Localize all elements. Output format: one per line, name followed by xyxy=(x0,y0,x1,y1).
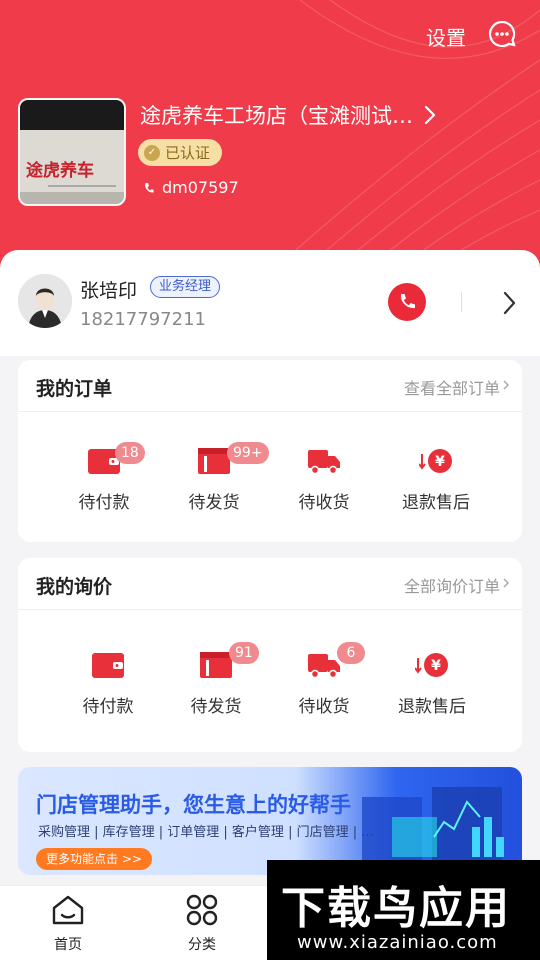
my-inquiries-header: 我的询价 全部询价订单 xyxy=(18,558,522,610)
banner-subtitle: 采购管理 | 库存管理 | 订单管理 | 客户管理 | 门店管理 | ... xyxy=(38,825,374,840)
store-photo[interactable]: 途虎养车 xyxy=(18,98,126,206)
store-header: 设置 途虎养车 途虎养车工场店（宝滩测试… ✓ 已认证 dm07597 xyxy=(0,0,540,290)
tab-category[interactable]: 分类 xyxy=(162,894,242,954)
settings-button[interactable]: 设置 xyxy=(426,22,466,51)
refund-icon: ¥ xyxy=(414,653,448,677)
watermark-url: www.xiazainiao.com xyxy=(297,932,498,953)
order-refund-aftersale-label: 退款售后 xyxy=(402,493,470,513)
my-orders-title: 我的订单 xyxy=(36,378,113,400)
order-pending-shipment[interactable]: 99+ 待发货 xyxy=(164,442,269,513)
order-pending-receipt-label: 待收货 xyxy=(298,493,350,513)
manager-avatar xyxy=(18,274,72,328)
pending-shipment-badge: 99+ xyxy=(227,442,269,464)
manager-role-badge: 业务经理 xyxy=(150,276,221,298)
tab-home-label: 首页 xyxy=(54,937,82,953)
svg-text:¥: ¥ xyxy=(431,658,441,674)
store-assistant-banner[interactable]: 门店管理助手，您生意上的好帮手 采购管理 | 库存管理 | 订单管理 | 客户管… xyxy=(18,767,522,875)
store-name: 途虎养车工场店（宝滩测试… xyxy=(140,104,413,128)
order-refund-aftersale[interactable]: ¥ 退款售后 xyxy=(386,446,486,513)
inquiry-pending-receipt-label: 待收货 xyxy=(298,697,350,717)
chevron-right-icon xyxy=(424,105,436,125)
message-icon[interactable] xyxy=(488,20,516,48)
verified-icon: ✓ xyxy=(144,144,160,161)
truck-icon xyxy=(308,654,340,679)
chevron-right-icon xyxy=(503,578,510,588)
order-pending-payment-label: 待付款 xyxy=(78,493,130,513)
tab-category-label: 分类 xyxy=(188,937,216,953)
my-inquiries-card: 我的询价 全部询价订单 待付款 91 待发货 6 待收货 ¥ 退款售后 xyxy=(18,558,522,752)
box-icon xyxy=(198,448,230,474)
call-button[interactable] xyxy=(388,283,426,321)
svg-text:¥: ¥ xyxy=(435,454,445,470)
inquiry-pending-receipt[interactable]: 6 待收货 xyxy=(274,642,374,717)
manager-card: 张培印 业务经理 18217797211 xyxy=(0,250,540,356)
inquiry-pending-shipment-badge: 91 xyxy=(229,642,259,664)
banner-title: 门店管理助手，您生意上的好帮手 xyxy=(36,793,351,817)
watermark-text: 下载鸟应用 xyxy=(281,883,511,934)
inquiry-refund-aftersale-label: 退款售后 xyxy=(398,697,466,717)
inquiry-pending-payment-label: 待付款 xyxy=(82,697,134,717)
my-orders-header: 我的订单 查看全部订单 xyxy=(18,360,522,412)
order-pending-receipt[interactable]: 待收货 xyxy=(274,446,374,513)
store-photo-image: 途虎养车 xyxy=(20,100,124,204)
order-pending-shipment-label: 待发货 xyxy=(188,493,240,513)
account-id: dm07597 xyxy=(162,178,239,197)
avatar-icon xyxy=(18,274,72,328)
verified-badge: ✓ 已认证 xyxy=(138,139,223,166)
truck-icon xyxy=(308,450,340,475)
view-all-orders-link[interactable]: 查看全部订单 xyxy=(404,375,500,399)
home-icon xyxy=(52,895,84,925)
phone-small-icon xyxy=(145,182,154,193)
inquiry-pending-shipment-label: 待发货 xyxy=(190,697,242,717)
pending-payment-badge: 18 xyxy=(115,442,145,464)
refund-icon: ¥ xyxy=(418,449,452,473)
divider xyxy=(461,292,462,312)
category-icon xyxy=(186,894,218,926)
my-inquiries-title: 我的询价 xyxy=(36,576,113,598)
more-features-button[interactable]: 更多功能点击 >> xyxy=(36,848,152,870)
manager-detail-chevron-icon[interactable] xyxy=(502,290,518,316)
inquiry-pending-receipt-badge: 6 xyxy=(337,642,365,664)
my-orders-card: 我的订单 查看全部订单 18 待付款 99+ 待发货 待收货 ¥ 退款售后 xyxy=(18,360,522,542)
store-account: dm07597 xyxy=(144,178,239,197)
view-all-inquiries-link[interactable]: 全部询价订单 xyxy=(404,573,500,597)
phone-icon xyxy=(400,294,415,309)
inquiry-pending-shipment[interactable]: 91 待发货 xyxy=(166,642,266,717)
watermark: 下载鸟应用 www.xiazainiao.com xyxy=(267,860,540,960)
store-name-row[interactable]: 途虎养车工场店（宝滩测试… xyxy=(140,100,437,130)
manager-name: 张培印 xyxy=(80,280,138,302)
order-pending-payment[interactable]: 18 待付款 xyxy=(54,442,154,513)
tab-home[interactable]: 首页 xyxy=(28,894,108,954)
inquiry-refund-aftersale[interactable]: ¥ 退款售后 xyxy=(382,650,482,717)
store-sign-text: 途虎养车 xyxy=(26,160,94,181)
box-icon xyxy=(200,652,232,678)
inquiry-pending-payment[interactable]: 待付款 xyxy=(58,650,158,717)
chevron-right-icon xyxy=(503,380,510,390)
manager-phone: 18217797211 xyxy=(80,309,206,330)
verified-label: 已认证 xyxy=(165,144,211,162)
wallet-icon xyxy=(92,653,124,678)
